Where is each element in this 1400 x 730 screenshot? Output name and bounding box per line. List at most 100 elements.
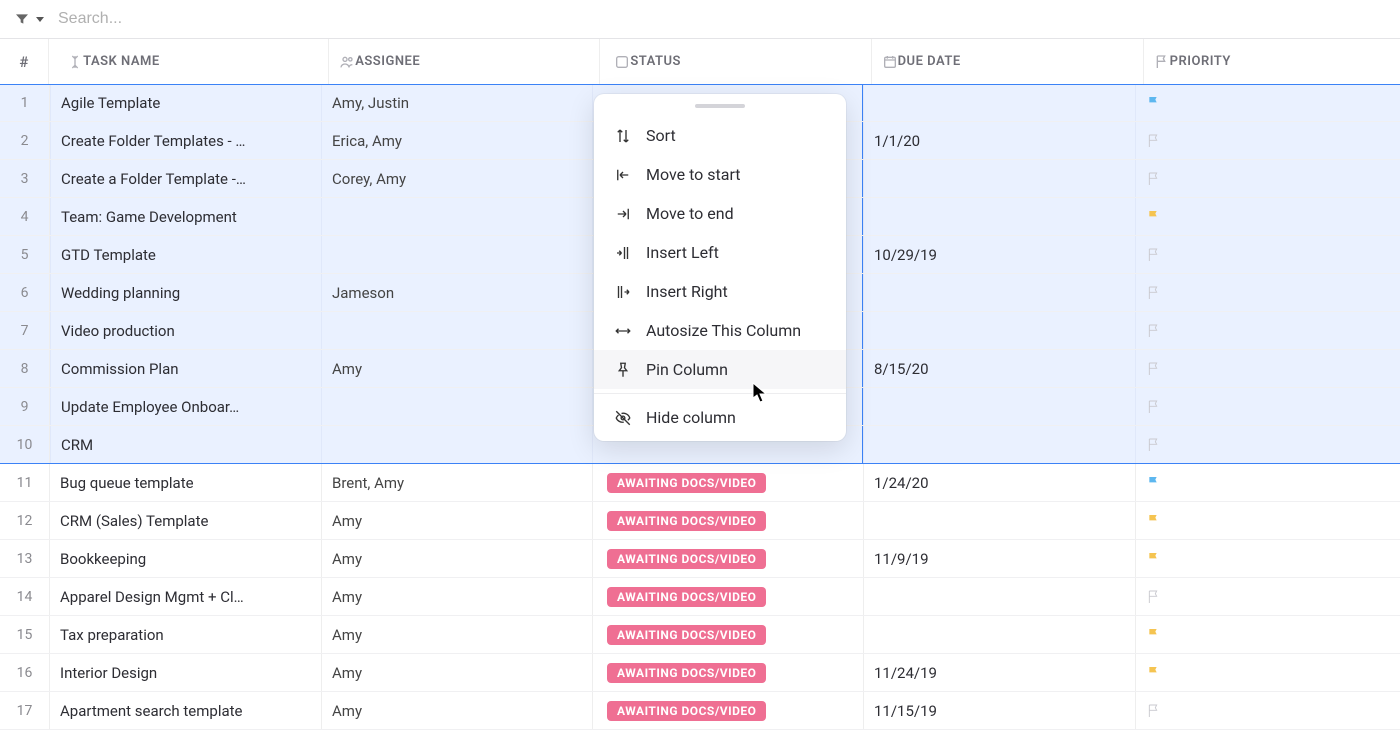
col-header-number[interactable]: #: [0, 39, 49, 84]
cell-due[interactable]: 11/9/19: [863, 540, 1135, 577]
cell-task[interactable]: Agile Template: [50, 85, 321, 121]
cell-priority[interactable]: [1135, 540, 1400, 577]
cell-assignee[interactable]: Amy, Justin: [321, 85, 592, 121]
col-header-due[interactable]: DUE DATE: [871, 39, 1135, 84]
table-row[interactable]: 17Apartment search templateAmyAWAITING D…: [0, 692, 1400, 730]
cell-assignee[interactable]: Amy: [321, 350, 592, 387]
cell-assignee[interactable]: Amy: [321, 578, 592, 615]
col-header-task[interactable]: TASK NAME: [57, 39, 320, 84]
cell-priority[interactable]: [1135, 160, 1400, 197]
cell-priority[interactable]: [1135, 122, 1400, 159]
cell-status[interactable]: AWAITING DOCS/VIDEO: [592, 540, 863, 577]
cell-assignee[interactable]: Brent, Amy: [321, 464, 592, 501]
cell-task[interactable]: Update Employee Onboar…: [50, 388, 321, 425]
cell-due[interactable]: [863, 274, 1135, 311]
cell-assignee[interactable]: Corey, Amy: [321, 160, 592, 197]
menu-drag-handle[interactable]: [695, 104, 745, 108]
filter-dropdown-caret[interactable]: [36, 17, 44, 22]
cell-task[interactable]: Video production: [50, 312, 321, 349]
cell-priority[interactable]: [1135, 388, 1400, 425]
cell-due[interactable]: [863, 426, 1135, 463]
cell-status[interactable]: AWAITING DOCS/VIDEO: [592, 654, 863, 691]
cell-assignee[interactable]: [321, 426, 592, 463]
cell-assignee[interactable]: Amy: [321, 540, 592, 577]
cell-priority[interactable]: [1135, 274, 1400, 311]
table-row[interactable]: 15Tax preparationAmyAWAITING DOCS/VIDEO: [0, 616, 1400, 654]
cell-task[interactable]: Bug queue template: [50, 464, 321, 501]
cell-due[interactable]: [863, 388, 1135, 425]
cell-status[interactable]: AWAITING DOCS/VIDEO: [592, 464, 863, 501]
cell-due[interactable]: [863, 502, 1135, 539]
cell-due[interactable]: [863, 578, 1135, 615]
cell-due[interactable]: [863, 616, 1135, 653]
cell-priority[interactable]: [1135, 198, 1400, 235]
cell-priority[interactable]: [1135, 236, 1400, 273]
menu-insert-right[interactable]: Insert Right: [594, 272, 846, 311]
cell-priority[interactable]: [1135, 616, 1400, 653]
table-row[interactable]: 16Interior DesignAmyAWAITING DOCS/VIDEO1…: [0, 654, 1400, 692]
cell-task[interactable]: Bookkeeping: [50, 540, 321, 577]
table-row[interactable]: 14Apparel Design Mgmt + Cl…AmyAWAITING D…: [0, 578, 1400, 616]
cell-assignee[interactable]: [321, 388, 592, 425]
menu-move-start[interactable]: Move to start: [594, 155, 846, 194]
cell-task[interactable]: Tax preparation: [50, 616, 321, 653]
table-row[interactable]: 13BookkeepingAmyAWAITING DOCS/VIDEO11/9/…: [0, 540, 1400, 578]
cell-priority[interactable]: [1135, 692, 1400, 729]
cell-task[interactable]: Wedding planning: [50, 274, 321, 311]
cell-task[interactable]: GTD Template: [50, 236, 321, 273]
cell-assignee[interactable]: [321, 312, 592, 349]
cell-task[interactable]: Apartment search template: [50, 692, 321, 729]
cell-priority[interactable]: [1135, 312, 1400, 349]
cell-priority[interactable]: [1135, 502, 1400, 539]
cell-assignee[interactable]: Erica, Amy: [321, 122, 592, 159]
cell-due[interactable]: [863, 160, 1135, 197]
cell-task[interactable]: Team: Game Development: [50, 198, 321, 235]
cell-assignee[interactable]: Amy: [321, 654, 592, 691]
cell-assignee[interactable]: Jameson: [321, 274, 592, 311]
menu-autosize[interactable]: Autosize This Column: [594, 311, 846, 350]
cell-status[interactable]: AWAITING DOCS/VIDEO: [592, 578, 863, 615]
cell-due[interactable]: 8/15/20: [863, 350, 1135, 387]
menu-move-end[interactable]: Move to end: [594, 194, 846, 233]
cell-assignee[interactable]: Amy: [321, 502, 592, 539]
cell-assignee[interactable]: [321, 198, 592, 235]
cell-due[interactable]: [863, 198, 1135, 235]
cell-due[interactable]: [863, 312, 1135, 349]
cell-priority[interactable]: [1135, 464, 1400, 501]
cell-task[interactable]: Create a Folder Template -…: [50, 160, 321, 197]
cell-priority[interactable]: [1135, 654, 1400, 691]
menu-insert-left[interactable]: Insert Left: [594, 233, 846, 272]
cell-status[interactable]: AWAITING DOCS/VIDEO: [592, 616, 863, 653]
cell-due[interactable]: 11/15/19: [863, 692, 1135, 729]
cell-task[interactable]: Apparel Design Mgmt + Cl…: [50, 578, 321, 615]
cell-assignee[interactable]: Amy: [321, 616, 592, 653]
menu-hide[interactable]: Hide column: [594, 398, 846, 437]
cell-priority[interactable]: [1135, 350, 1400, 387]
cell-assignee[interactable]: [321, 236, 592, 273]
filter-icon[interactable]: [14, 11, 44, 27]
cell-task[interactable]: CRM (Sales) Template: [50, 502, 321, 539]
cell-task[interactable]: Create Folder Templates - …: [50, 122, 321, 159]
search-input[interactable]: [52, 8, 312, 30]
col-header-priority[interactable]: PRIORITY: [1143, 39, 1400, 84]
cell-status[interactable]: AWAITING DOCS/VIDEO: [592, 502, 863, 539]
cell-priority[interactable]: [1135, 426, 1400, 463]
cell-status[interactable]: AWAITING DOCS/VIDEO: [592, 692, 863, 729]
cell-due[interactable]: 1/1/20: [863, 122, 1135, 159]
table-row[interactable]: 12CRM (Sales) TemplateAmyAWAITING DOCS/V…: [0, 502, 1400, 540]
cell-priority[interactable]: [1135, 85, 1400, 121]
cell-due[interactable]: 11/24/19: [863, 654, 1135, 691]
menu-pin[interactable]: Pin Column: [594, 350, 846, 389]
cell-priority[interactable]: [1135, 578, 1400, 615]
menu-sort[interactable]: Sort: [594, 116, 846, 155]
cell-due[interactable]: 10/29/19: [863, 236, 1135, 273]
col-header-assignee[interactable]: ASSIGNEE: [328, 39, 591, 84]
cell-due[interactable]: [863, 85, 1135, 121]
table-row[interactable]: 11Bug queue templateBrent, AmyAWAITING D…: [0, 464, 1400, 502]
cell-task[interactable]: Interior Design: [50, 654, 321, 691]
cell-task[interactable]: CRM: [50, 426, 321, 463]
cell-due[interactable]: 1/24/20: [863, 464, 1135, 501]
col-header-status[interactable]: STATUS: [599, 39, 862, 84]
cell-task[interactable]: Commission Plan: [50, 350, 321, 387]
cell-assignee[interactable]: Amy: [321, 692, 592, 729]
